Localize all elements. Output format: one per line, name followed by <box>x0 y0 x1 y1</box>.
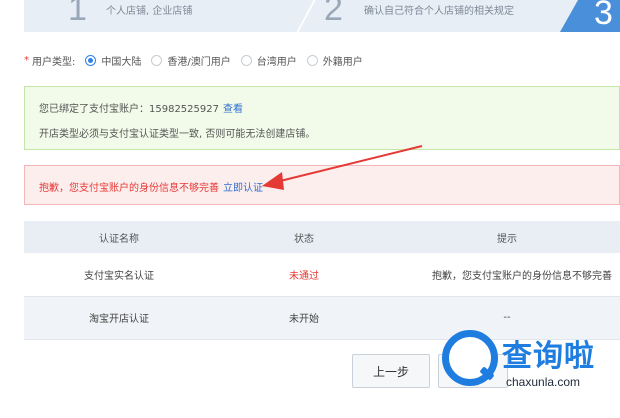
identity-error-notice: 抱歉，您支付宝账户的身份信息不够完善 立即认证 <box>24 165 620 205</box>
identity-error-text: 抱歉，您支付宝账户的身份信息不够完善 <box>39 183 219 194</box>
verification-name: 淘宝开店认证 <box>89 314 149 325</box>
required-mark: * <box>24 54 29 66</box>
radio-option-foreign[interactable]: 外籍用户 <box>306 53 363 68</box>
radio-option-hk-macau[interactable]: 香港/澳门用户 <box>151 53 231 68</box>
user-type-label: 用户类型: <box>32 56 76 68</box>
radio-checked-icon[interactable] <box>85 54 97 66</box>
radio-label: 香港/澳门用户 <box>167 56 231 68</box>
shop-type-hint: 开店类型必须与支付宝认证类型一致, 否则可能无法创建店铺。 <box>39 129 316 140</box>
table-header-row: 认证名称 状态 提示 <box>24 221 620 253</box>
identity-error-line: 抱歉，您支付宝账户的身份信息不够完善 立即认证 <box>39 179 263 194</box>
watermark-logo-icon <box>442 330 498 386</box>
column-header: 提示 <box>497 233 517 245</box>
view-account-link[interactable]: 查看 <box>223 104 243 115</box>
radio-label: 台湾用户 <box>256 56 297 68</box>
step-progress-bar: 1 个人店铺, 企业店铺 2 确认自己符合个人店铺的相关规定 3 <box>24 0 620 32</box>
column-header: 认证名称 <box>99 233 139 245</box>
watermark-title: 查询啦 <box>502 339 595 374</box>
watermark-url: chaxunla.com <box>506 375 581 389</box>
radio-unchecked-icon[interactable] <box>240 54 252 66</box>
radio-label: 外籍用户 <box>322 56 363 68</box>
step-3-number: 3 <box>594 0 613 32</box>
radio-unchecked-icon[interactable] <box>306 54 318 66</box>
prev-step-button[interactable]: 上一步 <box>352 354 430 388</box>
column-header: 状态 <box>294 233 314 245</box>
step-1-number: 1 <box>68 0 87 28</box>
user-type-row: * 用户类型: 中国大陆 香港/澳门用户 台湾用户 外籍用户 <box>24 52 363 68</box>
step-2-number: 2 <box>324 0 343 28</box>
verification-table: 认证名称 状态 提示 支付宝实名认证 未通过 抱歉，您支付宝账户的身份信息不够完… <box>24 221 620 340</box>
radio-option-mainland[interactable]: 中国大陆 <box>85 53 141 68</box>
radio-unchecked-icon[interactable] <box>151 54 163 66</box>
verification-hint: 抱歉，您支付宝账户的身份信息不够完善 <box>432 270 612 282</box>
alipay-account-text: 您已绑定了支付宝账户：15982525927 <box>39 104 219 115</box>
verify-now-link[interactable]: 立即认证 <box>223 183 263 194</box>
verification-name: 支付宝实名认证 <box>84 270 154 282</box>
table-row: 支付宝实名认证 未通过 抱歉，您支付宝账户的身份信息不够完善 <box>24 253 620 296</box>
verification-status: 未开始 <box>289 314 319 325</box>
alipay-bound-notice: 您已绑定了支付宝账户：15982525927 查看 开店类型必须与支付宝认证类型一… <box>24 86 620 150</box>
radio-option-taiwan[interactable]: 台湾用户 <box>240 53 297 68</box>
step-2-description: 确认自己符合个人店铺的相关规定 <box>364 6 514 17</box>
radio-label: 中国大陆 <box>101 56 142 68</box>
step-divider <box>292 0 318 32</box>
step-1-description: 个人店铺, 企业店铺 <box>106 6 193 17</box>
alipay-account-line: 您已绑定了支付宝账户：15982525927 查看 <box>39 100 243 115</box>
verification-status: 未通过 <box>289 270 319 282</box>
step-3-active: 3 <box>560 0 620 32</box>
